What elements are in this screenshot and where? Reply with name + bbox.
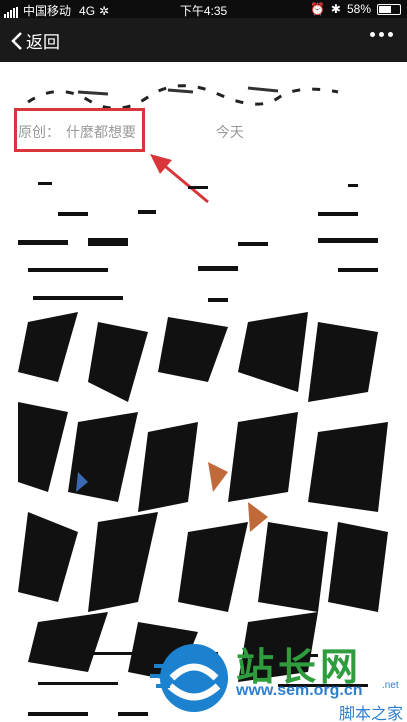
redacted-title — [27, 84, 339, 110]
chevron-left-icon — [11, 31, 22, 50]
nav-bar: 返回 — [0, 18, 407, 62]
publish-date: 今天 — [215, 124, 244, 140]
watermark-net: .net — [382, 680, 399, 691]
more-options-button[interactable] — [370, 32, 393, 37]
battery-percent: 58% — [346, 2, 371, 16]
back-button[interactable]: 返回 — [10, 28, 60, 53]
watermark-site: 脚本之家 — [338, 706, 403, 722]
site-logo-icon — [150, 644, 228, 712]
alarm-icon: ⏰ — [309, 2, 325, 16]
watermark: 站长网 www.sem.org.cn .net 脚本之家 — [150, 636, 407, 722]
bluetooth-icon: ✱ — [330, 2, 341, 16]
battery-icon — [377, 3, 401, 15]
highlight-box — [14, 108, 145, 152]
article-page: 原创： 什麼都想要 今天 站长网 www.sem.org.cn .net 脚本之… — [0, 62, 407, 722]
more-dots-icon — [370, 32, 375, 37]
watermark-url: www.sem.org.cn — [236, 682, 363, 699]
status-right: ⏰ ✱ 58% — [310, 2, 401, 16]
status-bar: 中国移动 4G ✲ 下午4:35 ⏰ ✱ 58% — [0, 0, 407, 18]
back-label: 返回 — [26, 33, 60, 52]
